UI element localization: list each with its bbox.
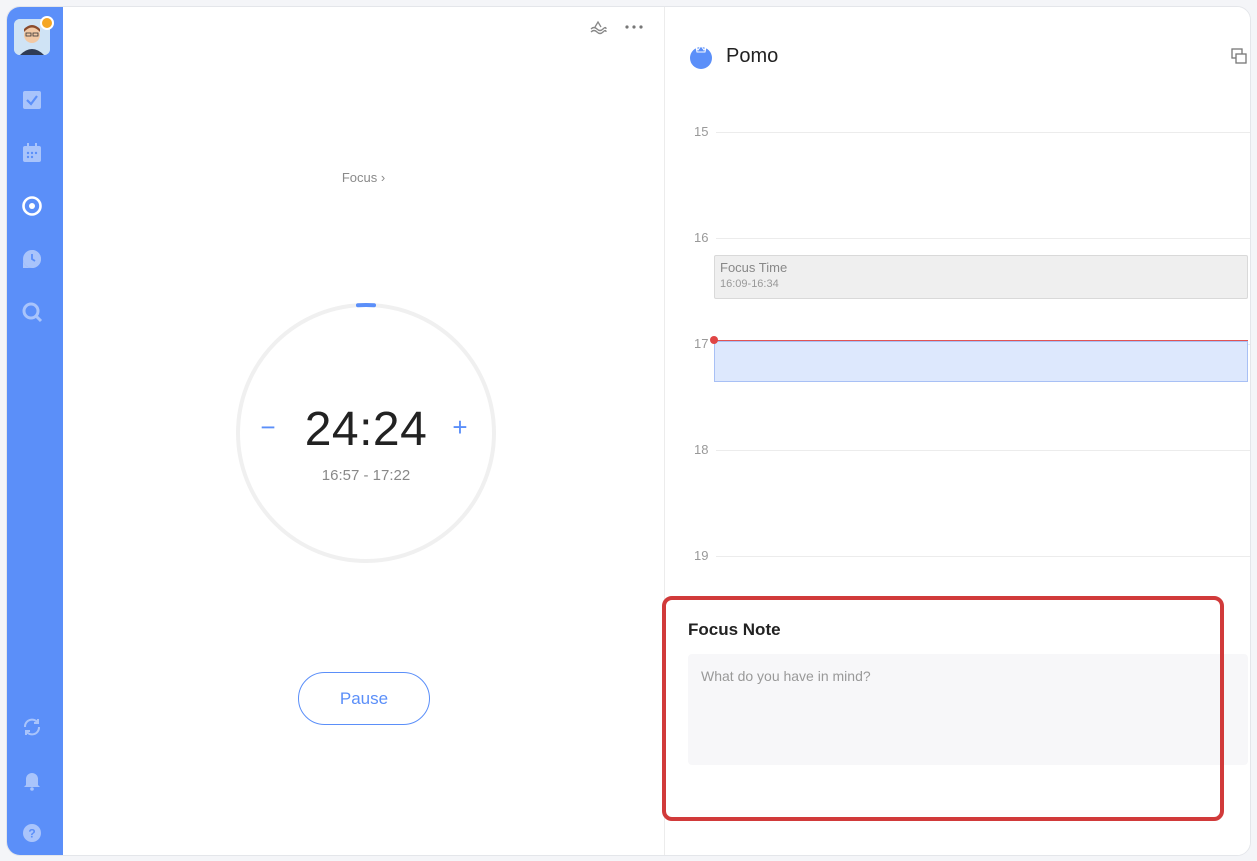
calendar-icon[interactable] (21, 142, 43, 164)
timer-pane: Focus › − 24:24 + 16:57 - 17:22 Pause (63, 7, 665, 855)
pomo-logo-icon (690, 45, 712, 69)
hour-label: 17 (694, 336, 709, 351)
svg-text:?: ? (28, 827, 35, 841)
habit-clock-pin-icon[interactable] (21, 248, 43, 270)
app-window: ? Focus › − 24:24 + 16:57 - 17:22 Pause (6, 6, 1251, 856)
pomo-target-icon[interactable] (21, 195, 43, 217)
hour-row: 15 (666, 124, 1250, 139)
hour-row: 18 (666, 442, 1250, 457)
focus-mode-selector[interactable]: Focus › (63, 170, 664, 185)
more-options-icon[interactable] (624, 17, 644, 37)
pomo-timeline: 15 16 17 18 19 Focus Time 16:09-16:34 (666, 107, 1250, 577)
focus-note-section: Focus Note (688, 620, 1248, 770)
pause-button[interactable]: Pause (298, 672, 430, 725)
pomo-title: Pomo (726, 44, 779, 67)
current-focus-block[interactable] (714, 341, 1248, 382)
hour-label: 16 (694, 230, 709, 245)
current-time-dot (710, 336, 718, 344)
hour-label: 15 (694, 124, 709, 139)
hour-gridline (716, 556, 1250, 557)
hour-label: 18 (694, 442, 709, 457)
hour-gridline (716, 132, 1250, 133)
tasks-checkbox-icon[interactable] (21, 89, 43, 111)
sync-icon[interactable] (21, 716, 43, 738)
premium-crown-icon (40, 16, 54, 30)
timer-ring: − 24:24 + 16:57 - 17:22 (235, 302, 497, 564)
popout-window-icon[interactable] (1230, 47, 1248, 65)
hour-gridline (716, 450, 1250, 451)
event-title: Focus Time (720, 260, 788, 275)
hour-gridline (716, 238, 1250, 239)
sidebar: ? (7, 7, 63, 855)
timer-toolbar (588, 17, 644, 37)
white-noise-icon[interactable] (588, 17, 608, 37)
event-time: 16:09-16:34 (720, 278, 779, 290)
focus-note-input[interactable] (688, 654, 1248, 765)
hour-row: 16 (666, 230, 1250, 245)
help-icon[interactable]: ? (21, 822, 43, 844)
search-icon[interactable] (21, 301, 43, 323)
focus-time-event[interactable]: Focus Time 16:09-16:34 (714, 255, 1248, 299)
hour-row: 19 (666, 548, 1250, 563)
pomo-pane: Pomo 15 16 17 18 19 Focus Time 16:09-16:… (666, 7, 1250, 855)
focus-note-title: Focus Note (688, 620, 781, 639)
timer-range: 16:57 - 17:22 (321, 467, 411, 484)
hour-label: 19 (694, 548, 709, 563)
increase-time-button[interactable]: + (449, 414, 471, 440)
bell-icon[interactable] (21, 769, 43, 791)
current-time-line (714, 340, 1248, 341)
pomo-header: Pomo (688, 43, 778, 69)
